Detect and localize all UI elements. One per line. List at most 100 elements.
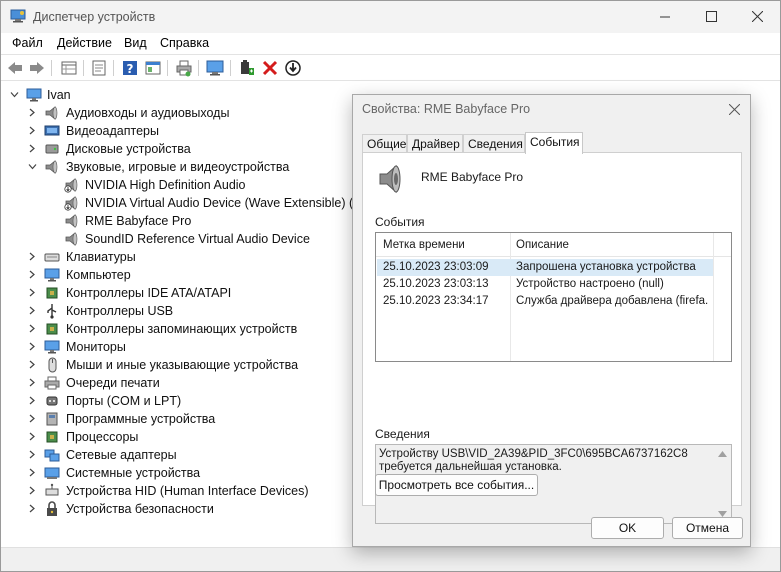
speaker-icon [65, 232, 78, 246]
device-manager-icon [10, 9, 26, 23]
column-header-timestamp[interactable]: Метка времени [383, 239, 465, 251]
tree-category-row[interactable]: Мыши и иные указывающие устройства [1, 356, 401, 374]
tree-root-row[interactable]: Ivan [1, 86, 401, 104]
tree-category-row[interactable]: Видеоадаптеры [1, 122, 401, 140]
tab-driver[interactable]: Драйвер [407, 134, 463, 153]
tab-details[interactable]: Сведения [463, 134, 525, 153]
speaker-icon [379, 164, 401, 194]
chevron-right-icon[interactable] [28, 378, 37, 387]
tree-category-row[interactable]: Компьютер [1, 266, 401, 284]
tree-category-row[interactable]: Звуковые, игровые и видеоустройства [1, 158, 401, 176]
tree-category-row[interactable]: Клавиатуры [1, 248, 401, 266]
close-window-button[interactable] [734, 1, 780, 32]
maximize-button[interactable] [688, 1, 734, 32]
tree-category-row[interactable]: Системные устройства [1, 464, 401, 482]
toolbar-separator [230, 60, 231, 76]
tree-category-label: Аудиовходы и аудиовыходы [66, 106, 230, 120]
chevron-right-icon[interactable] [28, 486, 37, 495]
event-row[interactable]: 25.10.2023 23:03:09 Запрошена установка у… [377, 259, 713, 276]
view-all-events-button[interactable]: Просмотреть все события... [375, 474, 538, 496]
tree-category-label: Контроллеры запоминающих устройств [66, 322, 298, 336]
ide-controller-icon [46, 287, 58, 299]
back-arrow-icon[interactable] [6, 59, 24, 77]
speaker-download-icon [64, 196, 78, 211]
chevron-right-icon[interactable] [28, 342, 37, 351]
chevron-right-icon[interactable] [28, 126, 37, 135]
chevron-right-icon[interactable] [28, 360, 37, 369]
tree-category-row[interactable]: Контроллеры запоминающих устройств [1, 320, 401, 338]
chevron-down-icon[interactable] [10, 90, 19, 99]
print-queue-icon [44, 376, 60, 390]
event-row[interactable]: 25.10.2023 23:03:13 Устройство настроено … [377, 276, 713, 293]
chevron-right-icon[interactable] [28, 270, 37, 279]
properties-grid-icon[interactable] [60, 59, 78, 77]
tab-general[interactable]: Общие [362, 134, 407, 153]
chevron-right-icon[interactable] [28, 324, 37, 333]
tab-events[interactable]: События [525, 132, 583, 154]
help-icon[interactable]: ? [121, 59, 139, 77]
monitor-icon[interactable] [206, 59, 224, 77]
dialog-close-button[interactable] [724, 99, 744, 119]
event-description: Запрошена установка устройства [516, 261, 696, 273]
chevron-right-icon[interactable] [28, 288, 37, 297]
tree-device-row[interactable]: NVIDIA High Definition Audio [1, 176, 361, 194]
chevron-right-icon[interactable] [28, 252, 37, 261]
speaker-icon [65, 214, 78, 228]
tree-category-row[interactable]: Контроллеры IDE ATA/ATAPI [1, 284, 401, 302]
event-row[interactable]: 25.10.2023 23:34:17 Служба драйвера добав… [377, 293, 713, 310]
events-list[interactable]: Метка времени Описание 25.10.2023 23:03:… [375, 232, 732, 362]
menu-view[interactable]: Вид [124, 36, 147, 50]
chevron-right-icon[interactable] [28, 504, 37, 513]
audio-io-icon [45, 106, 58, 120]
tree-category-row[interactable]: Порты (COM и LPT) [1, 392, 401, 410]
tree-category-label: Системные устройства [66, 466, 201, 480]
remove-x-icon[interactable] [261, 59, 279, 77]
chevron-right-icon[interactable] [28, 432, 37, 441]
menu-file[interactable]: Файл [12, 36, 43, 50]
column-header-description[interactable]: Описание [516, 239, 569, 251]
tree-category-row[interactable]: Сетевые адаптеры [1, 446, 401, 464]
tree-category-label: Процессоры [66, 430, 139, 444]
tree-category-label: Мониторы [66, 340, 126, 354]
download-arrow-icon[interactable] [284, 59, 302, 77]
column-separator [713, 233, 714, 361]
menu-action[interactable]: Действие [57, 36, 112, 50]
tree-category-row[interactable]: Аудиовходы и аудиовыходы [1, 104, 401, 122]
tree-category-row[interactable]: Устройства безопасности [1, 500, 401, 518]
printer-icon[interactable] [175, 59, 193, 77]
chevron-right-icon[interactable] [28, 396, 37, 405]
details-label: Сведения [375, 427, 430, 441]
event-description: Устройство настроено (null) [516, 278, 664, 290]
chevron-right-icon[interactable] [28, 468, 37, 477]
tree-category-row[interactable]: Программные устройства [1, 410, 401, 428]
chevron-right-icon[interactable] [28, 414, 37, 423]
tree-category-row[interactable]: Контроллеры USB [1, 302, 401, 320]
tree-category-row[interactable]: Очереди печати [1, 374, 401, 392]
chevron-right-icon[interactable] [28, 144, 37, 153]
minimize-button[interactable] [642, 1, 688, 32]
tree-device-row[interactable]: RME Babyface Pro [1, 212, 361, 230]
details-scrollbar[interactable] [714, 445, 731, 523]
tree-device-row[interactable]: NVIDIA Virtual Audio Device (Wave Extens… [1, 194, 361, 212]
menu-help[interactable]: Справка [160, 36, 209, 50]
cancel-button[interactable]: Отмена [672, 517, 743, 539]
tree-category-row[interactable]: Мониторы [1, 338, 401, 356]
security-device-icon [47, 501, 57, 516]
tree-category-row[interactable]: Устройства HID (Human Interface Devices) [1, 482, 401, 500]
forward-arrow-icon[interactable] [28, 59, 46, 77]
tree-category-row[interactable]: Процессоры [1, 428, 401, 446]
scroll-up-icon[interactable] [718, 451, 727, 457]
chevron-down-icon[interactable] [28, 162, 37, 171]
maximize-icon [705, 11, 717, 22]
ok-button[interactable]: OK [591, 517, 664, 539]
driver-update-icon[interactable] [238, 59, 256, 77]
close-icon [751, 11, 763, 22]
tree-category-row[interactable]: Дисковые устройства [1, 140, 401, 158]
document-icon[interactable] [90, 59, 108, 77]
chevron-right-icon[interactable] [28, 108, 37, 117]
chevron-right-icon[interactable] [28, 450, 37, 459]
view-icon[interactable] [144, 59, 162, 77]
tree-device-row[interactable]: SoundID Reference Virtual Audio Device [1, 230, 361, 248]
chevron-right-icon[interactable] [28, 306, 37, 315]
toolbar: ? [1, 54, 780, 81]
